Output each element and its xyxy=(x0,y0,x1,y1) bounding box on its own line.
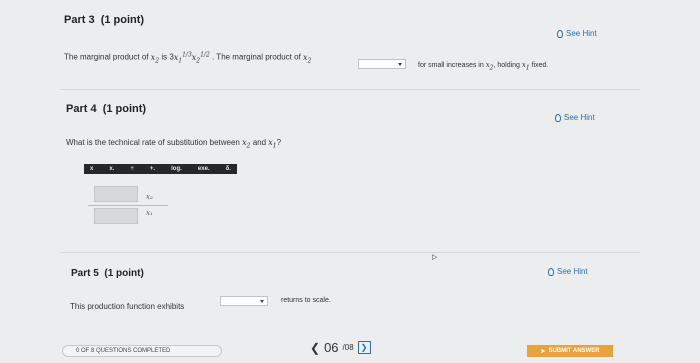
toolbar-exp-button[interactable]: exe. xyxy=(198,166,210,172)
part3-term-x1: x11/3 xyxy=(173,51,192,65)
section-divider xyxy=(60,252,640,253)
part3-q-is: is 3 xyxy=(161,52,174,62)
chevron-down-icon xyxy=(398,63,402,66)
part5-title-text: Part 5 xyxy=(71,268,99,279)
part3-hint-label: See Hint xyxy=(566,29,597,38)
fraction-hint-numerator: x₂ xyxy=(146,193,153,201)
part3-var-x2: x2 xyxy=(150,52,160,65)
submit-answer-button[interactable]: ➤ SUBMIT ANSWER xyxy=(527,345,613,357)
denominator-input[interactable] xyxy=(94,208,138,224)
part3-term-x2: x21/2 xyxy=(191,51,210,65)
mouse-cursor-icon: ▷ xyxy=(432,254,438,261)
part3-q-prefix: The marginal product of xyxy=(64,52,149,62)
part5-see-hint-button[interactable]: See Hint xyxy=(548,267,588,276)
previous-page-button[interactable]: ❮ xyxy=(310,341,320,355)
section-divider xyxy=(60,89,640,90)
numerator-input[interactable] xyxy=(94,186,138,202)
part3-question-suffix: for small increases in x2, holding x1 fi… xyxy=(418,61,549,72)
part5-title: Part 5 (1 point) xyxy=(71,268,144,279)
part5-hint-label: See Hint xyxy=(557,267,588,276)
part4-question: What is the technical rate of substituti… xyxy=(66,138,282,150)
part5-question-suffix: returns to scale. xyxy=(281,297,331,304)
part4-title: Part 4 (1 point) xyxy=(66,103,146,115)
part3-title-text: Part 3 xyxy=(64,14,95,26)
lightbulb-icon xyxy=(548,267,554,276)
lightbulb-icon xyxy=(555,113,561,122)
part4-hint-label: See Hint xyxy=(564,113,595,122)
chevron-down-icon xyxy=(260,300,264,303)
part5-answer-dropdown[interactable] xyxy=(220,296,268,306)
submit-answer-label: SUBMIT ANSWER xyxy=(548,348,600,354)
toolbar-subscript-button[interactable]: x. xyxy=(109,166,114,172)
toolbar-plus-button[interactable]: +. xyxy=(150,166,155,172)
part3-answer-dropdown[interactable] xyxy=(358,59,406,69)
part4-see-hint-button[interactable]: See Hint xyxy=(555,113,595,122)
page-total: /08 xyxy=(342,343,354,352)
lightbulb-icon xyxy=(557,29,563,38)
fraction-hint-denominator: x₁ xyxy=(146,209,153,217)
part5-points: (1 point) xyxy=(104,268,144,279)
part5-question: This production function exhibits xyxy=(70,302,185,311)
part3-see-hint-button[interactable]: See Hint xyxy=(557,29,597,38)
part4-points: (1 point) xyxy=(102,103,147,115)
math-toolbar: x x. ÷ +. log. exe. δ. xyxy=(84,164,237,174)
part4-title-text: Part 4 xyxy=(66,103,97,115)
part3-question: The marginal product of x2 is 3x11/3x21/… xyxy=(64,51,311,64)
toolbar-delta-button[interactable]: δ. xyxy=(226,166,231,172)
next-page-button[interactable]: ❯ xyxy=(357,341,371,354)
fraction-bar xyxy=(88,205,168,206)
part3-var-x2b: x2 xyxy=(303,52,312,65)
progress-text: 0 OF 8 QUESTIONS COMPLETED xyxy=(76,348,171,354)
toolbar-divide-button[interactable]: ÷ xyxy=(131,166,134,172)
part3-q-mid: . The marginal product of xyxy=(212,52,301,62)
toolbar-times-button[interactable]: x xyxy=(90,166,93,172)
pagination: ❮ 06/08 ❯ xyxy=(310,340,371,355)
part3-points: (1 point) xyxy=(100,14,145,26)
page-current: 06 xyxy=(324,340,339,355)
part3-title: Part 3 (1 point) xyxy=(64,14,144,26)
arrow-icon: ➤ xyxy=(540,348,546,355)
toolbar-log-button[interactable]: log. xyxy=(171,166,182,172)
